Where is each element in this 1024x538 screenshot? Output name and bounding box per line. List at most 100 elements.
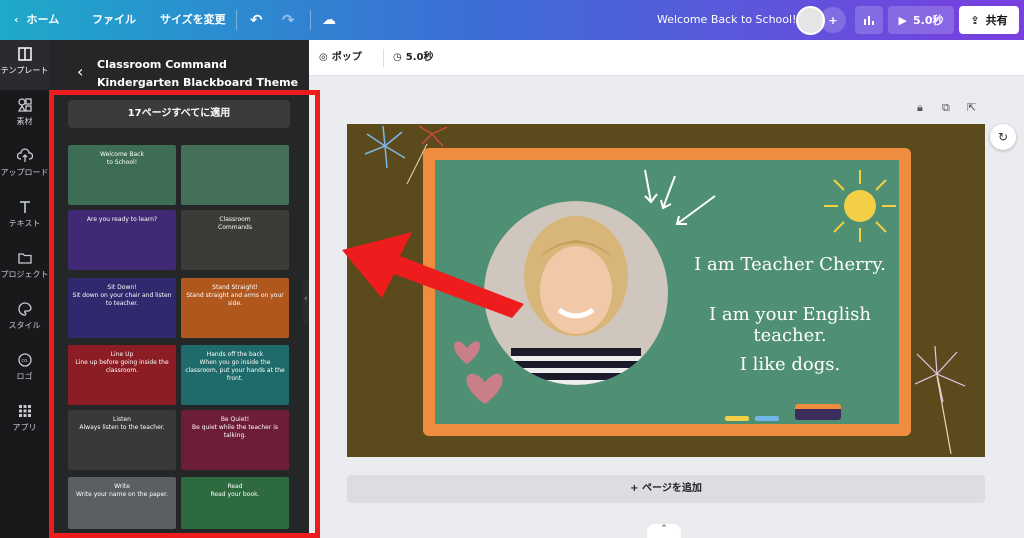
share-button[interactable]: ⇪ 共有 <box>959 6 1019 34</box>
nav-label: 素材 <box>16 117 33 126</box>
lock-icon[interactable]: 🔒︎ <box>917 101 923 115</box>
duplicate-icon[interactable]: ⧉ <box>942 101 950 115</box>
template-thumbnail[interactable]: Be Quiet! Be quiet while the teacher is … <box>181 410 289 470</box>
firework-decoration <box>914 345 966 454</box>
present-duration: 5.0秒 <box>912 14 944 27</box>
thumbnail-text: Read Read your book. <box>210 483 260 498</box>
nav-label: アプリ <box>12 423 37 432</box>
eraser <box>795 404 841 420</box>
panel-header: ‹ Classroom Command Kindergarten Blackbo… <box>49 40 309 96</box>
template-thumbnail[interactable]: Sit Down! Sit down on your chair and lis… <box>68 278 176 338</box>
nav-elements[interactable]: 素材 <box>0 91 49 141</box>
thumbnail-text: Be Quiet! Be quiet while the teacher is … <box>191 416 279 439</box>
play-icon: ▶ <box>898 13 907 27</box>
nav-text[interactable]: テキスト <box>0 193 49 243</box>
apply-all-pages-button[interactable]: 17ページすべてに適用 <box>68 100 290 128</box>
template-thumbnail[interactable]: Are you ready to learn? <box>68 210 176 270</box>
timing-label: 5.0秒 <box>405 52 434 63</box>
chalk <box>755 416 779 421</box>
template-thumbnail[interactable]: Write Write your name on the paper. <box>68 477 176 529</box>
divider <box>310 10 311 30</box>
template-thumbnail[interactable]: Line Up Line up before going inside the … <box>68 345 176 405</box>
top-bar: ‹ ホーム ファイル サイズを変更 ↶ ↷ ☁ Welcome Back to S… <box>0 0 1024 40</box>
home-button[interactable]: ‹ ホーム <box>14 0 59 40</box>
chalk <box>725 416 749 421</box>
plus-icon: + <box>828 13 838 27</box>
resize-menu[interactable]: サイズを変更 <box>160 0 226 40</box>
slide-text-line-3[interactable]: I like dogs. <box>685 354 895 375</box>
elements-icon <box>17 98 32 112</box>
template-thumbnail[interactable]: Hands off the back When you go inside th… <box>181 345 289 405</box>
folder-icon <box>17 253 32 264</box>
chevron-left-icon: ‹ <box>14 13 19 26</box>
share-icon: ⇪ <box>970 13 980 27</box>
cloud-save-icon[interactable]: ☁ <box>322 0 336 40</box>
thumbnail-text: Classroom Commands <box>218 216 252 231</box>
thumbnail-text: Stand Straight! Stand straight and arms … <box>186 284 284 307</box>
nav-label: スタイル <box>8 321 41 330</box>
apps-icon <box>18 405 31 417</box>
divider <box>236 10 237 30</box>
nav-styles[interactable]: スタイル <box>0 295 49 345</box>
nav-templates[interactable]: テンプレート <box>0 40 49 90</box>
template-panel: ‹ Classroom Command Kindergarten Blackbo… <box>49 40 309 538</box>
nav-label: プロジェクト <box>0 270 49 279</box>
timing-button[interactable]: ◷ 5.0秒 <box>393 40 433 76</box>
context-toolbar: ◎ ポップ ◷ 5.0秒 <box>309 40 1024 76</box>
template-thumbnail[interactable]: Read Read your book. <box>181 477 289 529</box>
thumbnail-text: Listen Always listen to the teacher. <box>79 416 165 431</box>
template-title: Classroom Command Kindergarten Blackboar… <box>97 58 299 89</box>
redo-icon[interactable]: ↷ <box>282 0 295 40</box>
nav-uploads[interactable]: アップロード <box>0 142 49 192</box>
file-menu[interactable]: ファイル <box>92 0 136 40</box>
add-page-icon[interactable]: ⇱ <box>967 101 976 114</box>
palette-icon <box>17 302 32 316</box>
slide-text-line-2[interactable]: I am your English teacher. <box>675 304 905 346</box>
template-thumbnail[interactable] <box>181 145 289 205</box>
home-label: ホーム <box>26 13 60 26</box>
insights-button[interactable] <box>855 6 883 34</box>
logo-icon: co. <box>17 353 32 367</box>
refresh-comment-icon[interactable]: ↻ <box>990 124 1016 150</box>
present-button[interactable]: ▶ 5.0秒 <box>888 6 954 34</box>
animation-button[interactable]: ◎ ポップ <box>319 40 362 76</box>
slide-text-line-1[interactable]: I am Teacher Cherry. <box>685 254 895 275</box>
nav-label: テキスト <box>8 219 41 228</box>
template-icon <box>17 47 32 61</box>
clock-icon: ◷ <box>393 52 402 63</box>
animation-label: ポップ <box>331 52 362 63</box>
template-thumbnail[interactable]: Listen Always listen to the teacher. <box>68 410 176 470</box>
svg-text:co.: co. <box>21 358 29 364</box>
undo-icon[interactable]: ↶ <box>250 0 263 40</box>
divider <box>383 49 384 67</box>
nav-projects[interactable]: プロジェクト <box>0 244 49 294</box>
thumbnail-text: Hands off the back When you go inside th… <box>185 351 285 382</box>
animation-icon: ◎ <box>319 52 328 63</box>
nav-label: テンプレート <box>0 66 49 75</box>
document-title[interactable]: Welcome Back to School! <box>657 0 796 40</box>
chevron-up-icon[interactable]: ⌃ <box>647 524 681 538</box>
annotation-arrow <box>342 232 524 318</box>
upload-icon <box>16 148 33 162</box>
nav-apps[interactable]: アプリ <box>0 397 49 447</box>
add-page-button[interactable]: + ページを追加 <box>347 475 985 503</box>
thumbnail-text: Sit Down! Sit down on your chair and lis… <box>72 284 172 307</box>
thumbnail-text: Welcome Back to School! <box>100 151 144 166</box>
nav-label: アップロード <box>0 168 49 177</box>
sun-doodle <box>824 170 896 242</box>
nav-label: ロゴ <box>16 372 33 381</box>
share-label: 共有 <box>985 14 1008 27</box>
text-icon <box>19 201 30 213</box>
back-chevron-icon[interactable]: ‹ <box>77 62 83 81</box>
thumbnail-text: Are you ready to learn? <box>86 216 158 223</box>
left-nav: テンプレート 素材 アップロード テキスト プロジェクト スタイル co. ロゴ… <box>0 40 49 538</box>
add-collaborator-button[interactable]: + <box>820 7 846 33</box>
template-thumbnail[interactable]: Stand Straight! Stand straight and arms … <box>181 278 289 338</box>
template-thumbnail[interactable]: Classroom Commands <box>181 210 289 270</box>
template-thumbnail[interactable]: Welcome Back to School! <box>68 145 176 205</box>
bar-chart-icon <box>864 16 874 25</box>
nav-logo[interactable]: co. ロゴ <box>0 346 49 396</box>
chevron-left-icon: ‹ <box>304 294 308 304</box>
thumbnail-text: Write Write your name on the paper. <box>75 483 168 498</box>
thumbnail-text: Line Up Line up before going inside the … <box>75 351 169 374</box>
